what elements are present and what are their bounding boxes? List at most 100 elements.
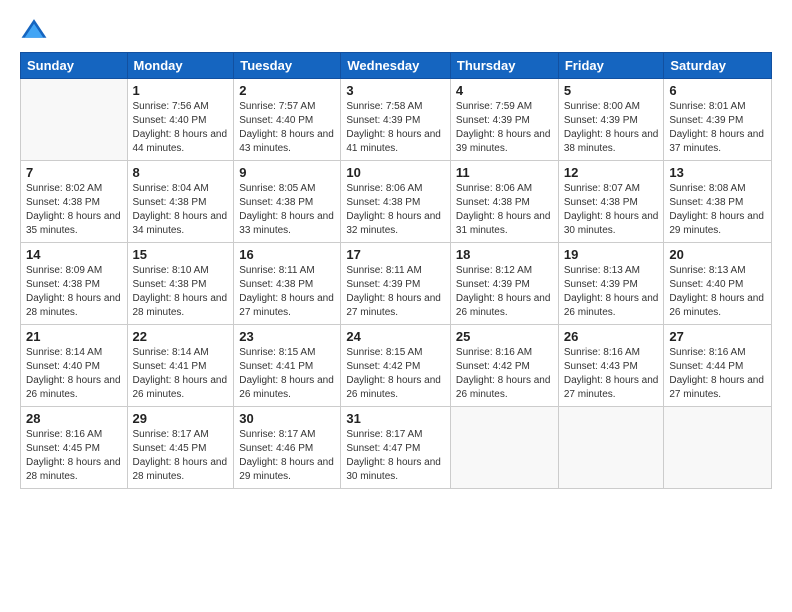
calendar-cell: 11 Sunrise: 8:06 AMSunset: 4:38 PMDayligh… [450,161,558,243]
day-number: 16 [239,247,335,262]
header-row [20,16,772,44]
day-number: 12 [564,165,659,180]
day-info: Sunrise: 8:17 AMSunset: 4:47 PMDaylight:… [346,428,445,484]
day-info: Sunrise: 7:59 AMSunset: 4:39 PMDaylight:… [456,100,553,156]
day-info: Sunrise: 8:06 AMSunset: 4:38 PMDaylight:… [456,182,553,238]
day-number: 17 [346,247,445,262]
weekday-header-monday: Monday [127,53,234,79]
day-number: 31 [346,411,445,426]
calendar-cell: 31 Sunrise: 8:17 AMSunset: 4:47 PMDayligh… [341,407,451,489]
day-number: 29 [133,411,229,426]
calendar-cell: 17 Sunrise: 8:11 AMSunset: 4:39 PMDayligh… [341,243,451,325]
day-info: Sunrise: 8:06 AMSunset: 4:38 PMDaylight:… [346,182,445,238]
day-info: Sunrise: 8:15 AMSunset: 4:41 PMDaylight:… [239,346,335,402]
calendar-cell: 20 Sunrise: 8:13 AMSunset: 4:40 PMDayligh… [664,243,772,325]
calendar-table: SundayMondayTuesdayWednesdayThursdayFrid… [20,52,772,489]
day-number: 22 [133,329,229,344]
week-row-3: 14Sunrise: 8:09 AMSunset: 4:38 PMDayligh… [21,243,772,325]
calendar-cell: 26 Sunrise: 8:16 AMSunset: 4:43 PMDayligh… [558,325,664,407]
calendar-cell: 3Sunrise: 7:58 AMSunset: 4:39 PMDaylight… [341,79,451,161]
calendar-cell: 18 Sunrise: 8:12 AMSunset: 4:39 PMDayligh… [450,243,558,325]
week-row-4: 21 Sunrise: 8:14 AMSunset: 4:40 PMDayligh… [21,325,772,407]
day-info: Sunrise: 8:10 AMSunset: 4:38 PMDaylight:… [133,264,229,320]
weekday-header-wednesday: Wednesday [341,53,451,79]
day-number: 7 [26,165,122,180]
day-number: 25 [456,329,553,344]
day-info: Sunrise: 8:15 AMSunset: 4:42 PMDaylight:… [346,346,445,402]
calendar-cell: 16 Sunrise: 8:11 AMSunset: 4:38 PMDayligh… [234,243,341,325]
day-info: Sunrise: 8:13 AMSunset: 4:40 PMDaylight:… [669,264,766,320]
day-number: 1 [133,83,229,98]
day-number: 3 [346,83,445,98]
weekday-header-friday: Friday [558,53,664,79]
day-number: 2 [239,83,335,98]
calendar-cell: 30 Sunrise: 8:17 AMSunset: 4:46 PMDayligh… [234,407,341,489]
calendar-cell: 19Sunrise: 8:13 AMSunset: 4:39 PMDayligh… [558,243,664,325]
calendar-cell [21,79,128,161]
weekday-header-saturday: Saturday [664,53,772,79]
day-info: Sunrise: 8:11 AMSunset: 4:39 PMDaylight:… [346,264,445,320]
day-number: 18 [456,247,553,262]
calendar-cell: 2 Sunrise: 7:57 AMSunset: 4:40 PMDaylight… [234,79,341,161]
weekday-header-sunday: Sunday [21,53,128,79]
day-info: Sunrise: 8:17 AMSunset: 4:45 PMDaylight:… [133,428,229,484]
calendar-cell: 13 Sunrise: 8:08 AMSunset: 4:38 PMDayligh… [664,161,772,243]
day-info: Sunrise: 8:14 AMSunset: 4:40 PMDaylight:… [26,346,122,402]
day-number: 5 [564,83,659,98]
day-number: 27 [669,329,766,344]
calendar-cell: 28 Sunrise: 8:16 AMSunset: 4:45 PMDayligh… [21,407,128,489]
day-number: 30 [239,411,335,426]
day-info: Sunrise: 8:09 AMSunset: 4:38 PMDaylight:… [26,264,122,320]
day-info: Sunrise: 8:11 AMSunset: 4:38 PMDaylight:… [239,264,335,320]
calendar-cell: 21 Sunrise: 8:14 AMSunset: 4:40 PMDayligh… [21,325,128,407]
weekday-header-tuesday: Tuesday [234,53,341,79]
day-number: 28 [26,411,122,426]
week-row-2: 7Sunrise: 8:02 AMSunset: 4:38 PMDaylight… [21,161,772,243]
calendar-cell: 23 Sunrise: 8:15 AMSunset: 4:41 PMDayligh… [234,325,341,407]
calendar-cell: 29 Sunrise: 8:17 AMSunset: 4:45 PMDayligh… [127,407,234,489]
calendar-cell: 4 Sunrise: 7:59 AMSunset: 4:39 PMDaylight… [450,79,558,161]
calendar-cell: 15 Sunrise: 8:10 AMSunset: 4:38 PMDayligh… [127,243,234,325]
day-info: Sunrise: 8:16 AMSunset: 4:42 PMDaylight:… [456,346,553,402]
day-info: Sunrise: 8:04 AMSunset: 4:38 PMDaylight:… [133,182,229,238]
logo [20,16,52,44]
day-info: Sunrise: 8:17 AMSunset: 4:46 PMDaylight:… [239,428,335,484]
day-number: 13 [669,165,766,180]
day-number: 24 [346,329,445,344]
day-info: Sunrise: 8:00 AMSunset: 4:39 PMDaylight:… [564,100,659,156]
day-info: Sunrise: 7:56 AMSunset: 4:40 PMDaylight:… [133,100,229,156]
day-info: Sunrise: 8:16 AMSunset: 4:43 PMDaylight:… [564,346,659,402]
day-info: Sunrise: 8:16 AMSunset: 4:44 PMDaylight:… [669,346,766,402]
calendar-cell: 22Sunrise: 8:14 AMSunset: 4:41 PMDayligh… [127,325,234,407]
day-number: 6 [669,83,766,98]
calendar-cell: 10 Sunrise: 8:06 AMSunset: 4:38 PMDayligh… [341,161,451,243]
logo-icon [20,16,48,44]
weekday-header-row: SundayMondayTuesdayWednesdayThursdayFrid… [21,53,772,79]
calendar-cell: 5 Sunrise: 8:00 AMSunset: 4:39 PMDaylight… [558,79,664,161]
day-number: 21 [26,329,122,344]
calendar-cell: 9Sunrise: 8:05 AMSunset: 4:38 PMDaylight… [234,161,341,243]
day-number: 19 [564,247,659,262]
calendar-cell [664,407,772,489]
calendar-cell: 1 Sunrise: 7:56 AMSunset: 4:40 PMDaylight… [127,79,234,161]
day-number: 4 [456,83,553,98]
day-number: 15 [133,247,229,262]
day-info: Sunrise: 8:16 AMSunset: 4:45 PMDaylight:… [26,428,122,484]
day-number: 11 [456,165,553,180]
calendar-cell: 8 Sunrise: 8:04 AMSunset: 4:38 PMDaylight… [127,161,234,243]
weekday-header-thursday: Thursday [450,53,558,79]
day-info: Sunrise: 7:57 AMSunset: 4:40 PMDaylight:… [239,100,335,156]
day-number: 23 [239,329,335,344]
day-info: Sunrise: 8:08 AMSunset: 4:38 PMDaylight:… [669,182,766,238]
day-number: 10 [346,165,445,180]
day-info: Sunrise: 8:07 AMSunset: 4:38 PMDaylight:… [564,182,659,238]
calendar-cell: 14Sunrise: 8:09 AMSunset: 4:38 PMDayligh… [21,243,128,325]
day-number: 8 [133,165,229,180]
week-row-1: 1 Sunrise: 7:56 AMSunset: 4:40 PMDaylight… [21,79,772,161]
day-number: 26 [564,329,659,344]
calendar-cell: 6Sunrise: 8:01 AMSunset: 4:39 PMDaylight… [664,79,772,161]
calendar-cell [558,407,664,489]
day-number: 20 [669,247,766,262]
day-info: Sunrise: 8:05 AMSunset: 4:38 PMDaylight:… [239,182,335,238]
day-info: Sunrise: 8:12 AMSunset: 4:39 PMDaylight:… [456,264,553,320]
